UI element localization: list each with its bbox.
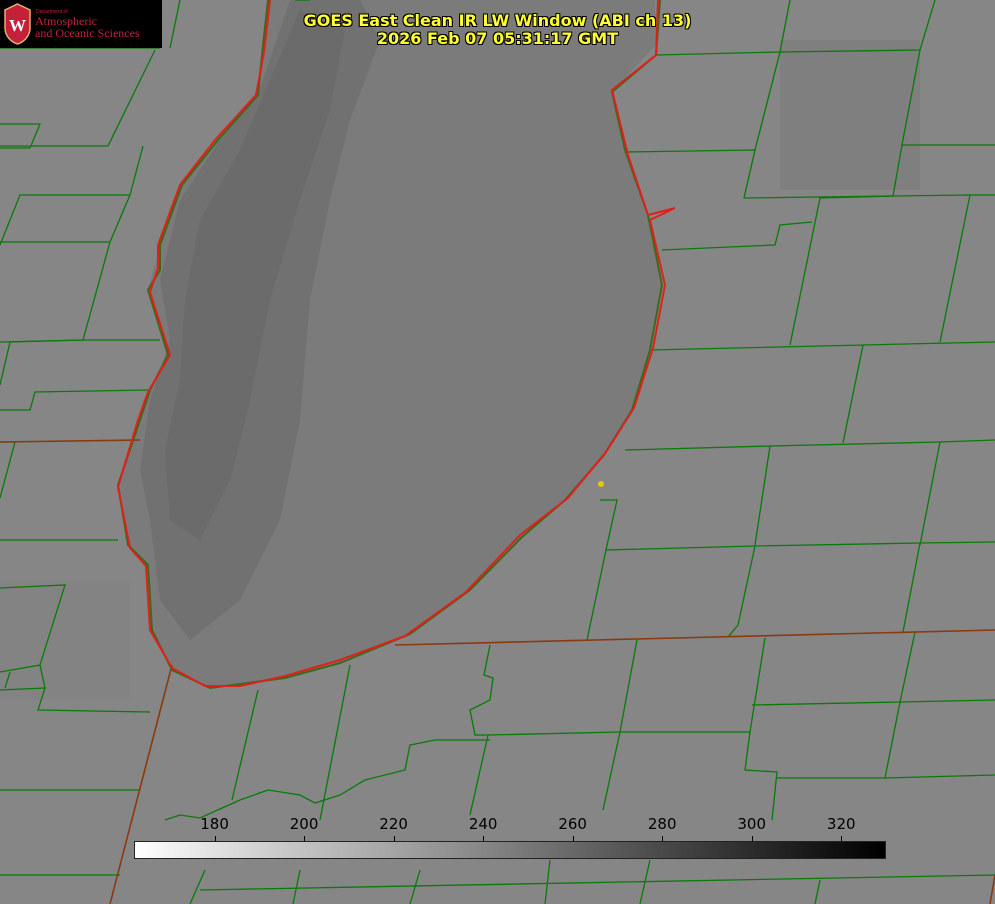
colorbar-tick-label: 220 <box>379 815 408 833</box>
location-marker <box>598 481 604 487</box>
colorbar-tick-label: 200 <box>289 815 319 833</box>
cloud-patch <box>780 40 920 190</box>
university-seal-icon: W <box>4 3 31 45</box>
colorbar-tick-mark <box>393 836 395 841</box>
cloud-patch <box>0 580 130 700</box>
colorbar-tick-label: 260 <box>558 815 587 833</box>
colorbar-tick-mark <box>662 836 664 841</box>
satellite-image-viewer: W Department of Atmospheric and Oceanic … <box>0 0 995 904</box>
colorbar <box>134 841 886 859</box>
colorbar-tick-mark <box>304 836 306 841</box>
infrared-map <box>0 0 995 904</box>
colorbar-tick-mark <box>483 836 485 841</box>
colorbar-tick-label: 280 <box>647 815 677 833</box>
colorbar-tick-label: 320 <box>826 815 856 833</box>
colorbar-tick-label: 300 <box>737 815 767 833</box>
colorbar-tick-mark <box>751 836 753 841</box>
svg-text:W: W <box>9 16 26 35</box>
logo: W Department of Atmospheric and Oceanic … <box>0 0 162 48</box>
colorbar-tick-label: 180 <box>200 815 229 833</box>
logo-title-line2: and Oceanic Sciences <box>35 26 140 40</box>
colorbar-tick-mark <box>214 836 216 841</box>
colorbar-tick-mark <box>841 836 843 841</box>
colorbar-tick-label: 240 <box>468 815 498 833</box>
colorbar-tick-mark <box>572 836 574 841</box>
